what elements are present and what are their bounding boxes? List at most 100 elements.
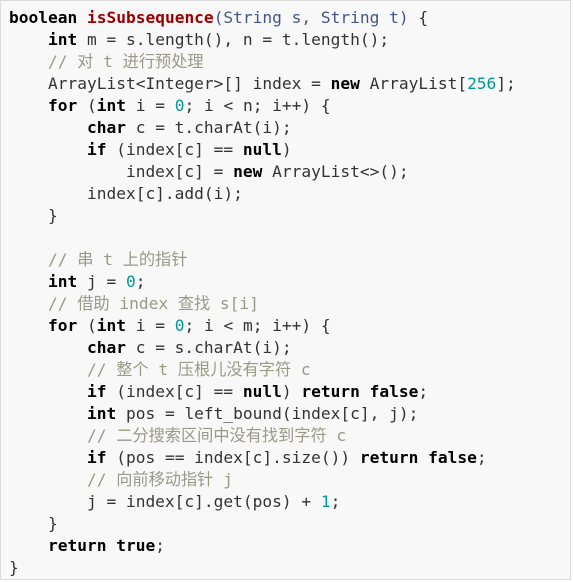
keyword: new — [330, 74, 360, 93]
comment: // 向前移动指针 j — [86, 470, 233, 489]
code-text: ) — [281, 382, 302, 401]
code-line: j = index[c].get(pos) + 1; — [9, 491, 340, 513]
keyword: new — [233, 162, 263, 181]
code-line: } — [9, 557, 19, 579]
comment: // 整个 t 压根儿没有字符 c — [86, 360, 311, 379]
code-line: // 借助 index 查找 s[i] — [9, 293, 259, 315]
code-text: j = — [77, 272, 126, 291]
keyword: null — [242, 140, 282, 159]
code-text: c = s.charAt(i); — [125, 338, 292, 357]
code-line: char c = s.charAt(i); — [9, 337, 292, 359]
code-text: c = t.charAt(i); — [125, 118, 292, 137]
code-line: // 对 t 进行预处理 — [9, 51, 204, 73]
number: 0 — [125, 272, 136, 291]
code-line: // 向前移动指针 j — [9, 469, 233, 491]
code-text: index[c].add(i); — [9, 184, 243, 203]
keyword: false — [428, 448, 477, 467]
keyword: char — [86, 338, 126, 357]
code-line: for (int i = 0; i < n; i++) { — [9, 95, 331, 117]
code-line: return true; — [9, 535, 165, 557]
number: 0 — [174, 96, 185, 115]
code-line: } — [9, 205, 58, 227]
code-line: if (index[c] == null) — [9, 139, 292, 161]
code-text: j = index[c].get(pos) + — [9, 492, 321, 511]
keyword: int — [47, 272, 78, 291]
keyword: return — [47, 536, 107, 555]
number: 256 — [467, 74, 497, 93]
code-text: ArrayList[ — [359, 74, 468, 93]
code-text: ]; — [496, 74, 516, 93]
keyword: int — [47, 30, 78, 49]
code-text: } — [9, 206, 58, 225]
number: 1 — [320, 492, 331, 511]
code-line: int m = s.length(), n = t.length(); — [9, 29, 389, 51]
keyword: for — [47, 316, 78, 335]
code-text: (pos == index[c].size()) — [106, 448, 360, 467]
type-text: (String s, String t) — [213, 8, 409, 27]
keyword: for — [47, 96, 78, 115]
code-line: // 整个 t 压根儿没有字符 c — [9, 359, 311, 381]
comment: // 串 t 上的指针 — [47, 250, 188, 269]
code-line: ArrayList<Integer>[] index = new ArrayLi… — [9, 73, 516, 95]
code-line: for (int i = 0; i < m; i++) { — [9, 315, 331, 337]
code-block[interactable]: boolean isSubsequence(String s, String t… — [0, 0, 571, 580]
keyword: if — [86, 448, 107, 467]
keyword: int — [86, 404, 117, 423]
code-line: if (pos == index[c].size()) return false… — [9, 447, 487, 469]
keyword: if — [86, 140, 107, 159]
keyword: return — [301, 382, 360, 401]
code-text: m = s.length(), n = t.length(); — [77, 30, 390, 49]
code-line: // 串 t 上的指针 — [9, 249, 187, 271]
comment: // 对 t 进行预处理 — [47, 52, 204, 71]
keyword: false — [369, 382, 419, 401]
code-text: ; — [476, 448, 487, 467]
code-text: (index[c] == — [106, 140, 243, 159]
code-text: ; — [330, 492, 341, 511]
comment: // 二分搜索区间中没有找到字符 c — [86, 426, 347, 445]
keyword: boolean — [9, 8, 78, 27]
code-text: ) — [281, 140, 292, 159]
code-text: ( — [77, 316, 97, 335]
keyword: null — [242, 382, 282, 401]
code-line: // 二分搜索区间中没有找到字符 c — [9, 425, 346, 447]
code-text: pos = left_bound(index[c], j); — [116, 404, 419, 423]
code-text: ArrayList<Integer>[] index = — [9, 74, 331, 93]
code-text: } — [9, 514, 58, 533]
keyword: int — [96, 96, 126, 115]
code-text: ; i < m; i++) { — [184, 316, 331, 335]
keyword: return — [359, 448, 419, 467]
code-text: } — [9, 558, 19, 577]
code-text: ; i < n; i++) { — [184, 96, 331, 115]
code-line: char c = t.charAt(i); — [9, 117, 292, 139]
keyword: char — [86, 118, 126, 137]
keyword: true — [116, 536, 156, 555]
code-line: boolean isSubsequence(String s, String t… — [9, 7, 428, 29]
code-text: (index[c] == — [106, 382, 243, 401]
code-line: int j = 0; — [9, 271, 145, 293]
keyword: int — [96, 316, 126, 335]
code-line: if (index[c] == null) return false; — [9, 381, 428, 403]
code-text: ; — [418, 382, 429, 401]
code-text: i = — [125, 96, 175, 115]
number: 0 — [174, 316, 185, 335]
code-line: index[c] = new ArrayList<>(); — [9, 161, 409, 183]
code-text: index[c] = — [9, 162, 234, 181]
